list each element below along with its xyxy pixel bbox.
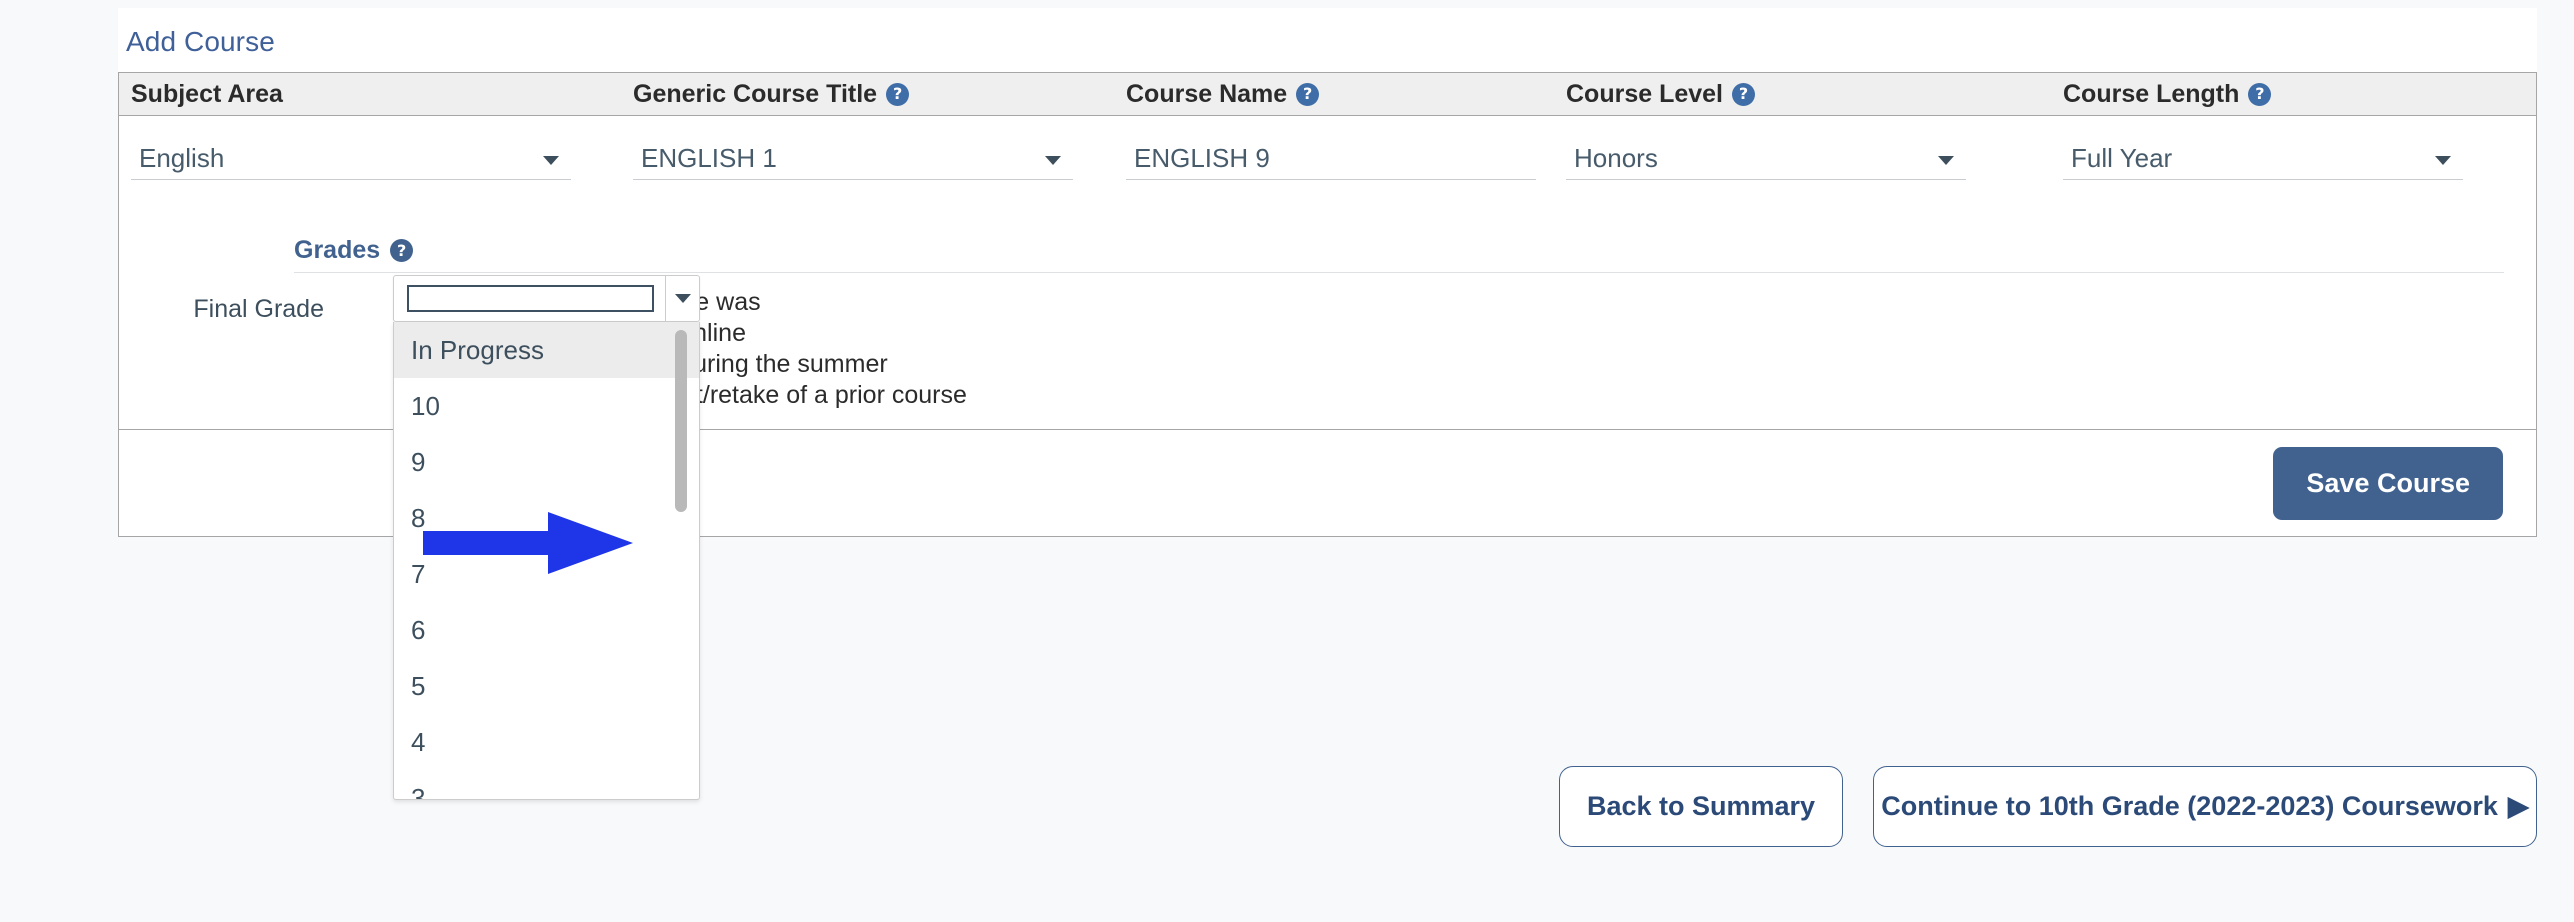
table-header-row: Subject Area Generic Course Title ? Cour… (119, 73, 2536, 116)
course-table: Subject Area Generic Course Title ? Cour… (118, 72, 2537, 537)
chevron-down-icon (1938, 156, 1954, 165)
dropdown-option-4[interactable]: 4 (394, 714, 699, 770)
final-grade-dropdown-toggle[interactable] (666, 294, 699, 303)
cell-course-level: Honors (1554, 138, 2051, 236)
save-course-button[interactable]: Save Course (2273, 447, 2503, 520)
grades-section-header: Grades ? (294, 236, 2504, 273)
course-level-select[interactable]: Honors (1566, 138, 1966, 180)
help-icon[interactable]: ? (1296, 83, 1319, 106)
column-header-label: Course Length (2063, 80, 2239, 109)
dropdown-option-8[interactable]: 8 (394, 490, 699, 546)
course-fields-row: English ENGLISH 1 ENGLISH 9 Honors (119, 116, 2536, 236)
column-header-label: Subject Area (131, 80, 283, 109)
dropdown-option-10[interactable]: 10 (394, 378, 699, 434)
chevron-down-icon (675, 294, 691, 303)
course-length-select[interactable]: Full Year (2063, 138, 2463, 180)
column-header-generic-course-title: Generic Course Title ? (621, 80, 1114, 109)
column-header-label: Generic Course Title (633, 80, 877, 109)
chevron-down-icon (543, 156, 559, 165)
course-length-value: Full Year (2071, 143, 2172, 174)
column-header-label: Course Name (1126, 80, 1287, 109)
help-icon[interactable]: ? (390, 239, 413, 262)
subject-area-select[interactable]: English (131, 138, 571, 180)
column-header-course-length: Course Length ? (2051, 80, 2536, 109)
column-header-course-level: Course Level ? (1554, 80, 2051, 109)
final-grade-row: Final Grade In Progress 10 9 8 (119, 273, 2536, 429)
back-to-summary-button[interactable]: Back to Summary (1559, 766, 1843, 847)
continue-to-next-grade-button[interactable]: Continue to 10th Grade (2022-2023) Cours… (1873, 766, 2537, 847)
cell-course-name: ENGLISH 9 (1114, 138, 1554, 236)
grades-section-label: Grades (294, 236, 380, 265)
dropdown-option-6[interactable]: 6 (394, 602, 699, 658)
chevron-down-icon (1045, 156, 1061, 165)
footer-actions: Back to Summary Continue to 10th Grade (… (0, 766, 2574, 847)
subject-area-value: English (139, 143, 224, 174)
help-icon[interactable]: ? (1732, 83, 1755, 106)
generic-course-title-value: ENGLISH 1 (641, 143, 777, 174)
generic-course-title-select[interactable]: ENGLISH 1 (633, 138, 1073, 180)
cell-generic-course-title: ENGLISH 1 (621, 138, 1114, 236)
dropdown-option-in-progress[interactable]: In Progress (394, 322, 699, 378)
column-header-subject-area: Subject Area (119, 80, 621, 109)
chevron-down-icon (2435, 156, 2451, 165)
course-name-input[interactable]: ENGLISH 9 (1126, 138, 1536, 180)
help-icon[interactable]: ? (886, 83, 909, 106)
final-grade-label: Final Grade (119, 287, 324, 324)
dropdown-option-5[interactable]: 5 (394, 658, 699, 714)
dropdown-option-7[interactable]: 7 (394, 546, 699, 602)
grades-section: Grades ? Final Grade In Progress (119, 236, 2536, 429)
add-course-card: Add Course Subject Area Generic Course T… (118, 8, 2537, 537)
help-icon[interactable]: ? (2248, 83, 2271, 106)
column-header-course-name: Course Name ? (1114, 80, 1554, 109)
continue-button-label: Continue to 10th Grade (2022-2023) Cours… (1881, 791, 2498, 822)
final-grade-dropdown-list[interactable]: In Progress 10 9 8 7 6 5 4 3 (393, 322, 700, 800)
column-header-label: Course Level (1566, 80, 1723, 109)
final-grade-search-input[interactable] (407, 285, 654, 312)
cell-subject-area: English (119, 138, 621, 236)
dropdown-option-9[interactable]: 9 (394, 434, 699, 490)
page-title: Add Course (118, 8, 2537, 72)
course-level-value: Honors (1574, 143, 1658, 174)
final-grade-combobox-control[interactable] (393, 275, 700, 322)
cell-course-length: Full Year (2051, 138, 2536, 236)
dropdown-scrollbar-thumb[interactable] (675, 330, 687, 512)
play-arrow-icon: ▶ (2508, 791, 2529, 822)
course-name-value: ENGLISH 9 (1134, 143, 1270, 174)
